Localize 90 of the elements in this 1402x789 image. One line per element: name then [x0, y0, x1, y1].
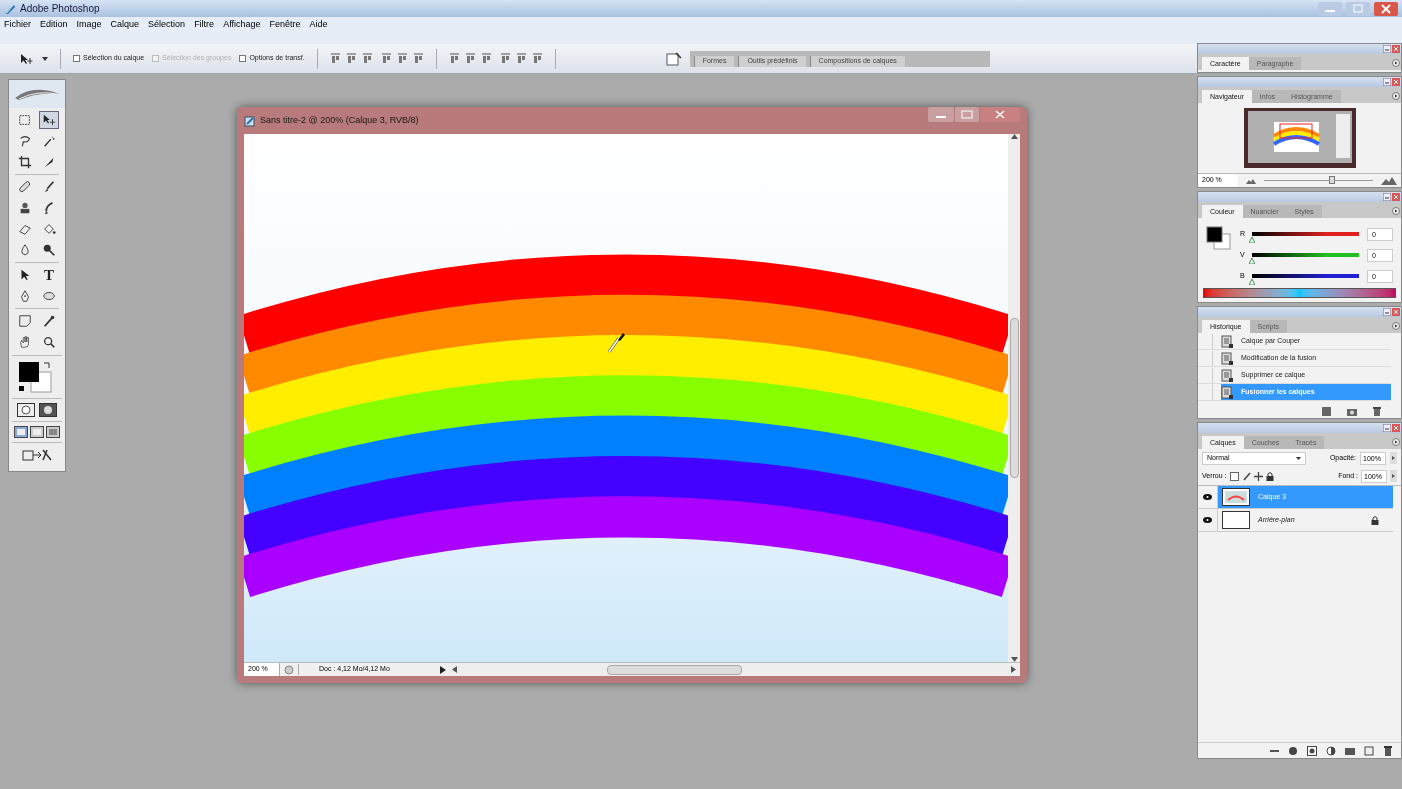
minimize-button[interactable]	[1383, 193, 1391, 201]
down-arrow-icon	[1010, 657, 1018, 662]
move-tool-icon[interactable]	[39, 111, 59, 129]
left-arrow-icon	[452, 666, 457, 673]
align-icon[interactable]	[329, 53, 341, 64]
fx-circle-icon[interactable]	[1288, 745, 1298, 756]
standard-mode-icon[interactable]	[17, 403, 35, 417]
jump-to-icon[interactable]	[21, 447, 53, 463]
slider-thumb[interactable]	[1328, 176, 1335, 184]
large-mountains-icon[interactable]	[1381, 176, 1397, 185]
minimize-button[interactable]	[1383, 308, 1391, 316]
screen-mode-icon[interactable]	[14, 426, 28, 438]
palette-well-icon[interactable]	[665, 51, 682, 66]
window-title: Adobe Photoshop	[20, 2, 100, 16]
minimize-button[interactable]	[1383, 424, 1391, 432]
align-icon[interactable]	[531, 53, 543, 64]
slider-thumb-icon[interactable]	[1249, 237, 1255, 243]
panel-menu-icon[interactable]	[1392, 92, 1400, 100]
minimize-button[interactable]	[1383, 78, 1391, 86]
scrollbar-thumb[interactable]	[607, 664, 742, 675]
slider-thumb-icon[interactable]	[1249, 279, 1255, 285]
align-icon[interactable]	[499, 53, 511, 64]
trash-icon[interactable]	[1383, 745, 1393, 756]
mask-icon[interactable]	[1307, 745, 1317, 756]
document-title: Sans titre-2 @ 200% (Calque 3, RVB/8)	[260, 113, 419, 127]
move-arrows-icon[interactable]	[1253, 471, 1263, 481]
color-spectrum[interactable]	[1203, 288, 1396, 298]
align-icon[interactable]	[361, 53, 373, 64]
panel-menu-icon[interactable]	[1392, 207, 1400, 215]
vertical-scrollbar[interactable]	[1008, 134, 1020, 662]
new-layer-icon[interactable]	[1364, 745, 1374, 756]
screen-mode-icon[interactable]	[46, 426, 60, 438]
slider-thumb-icon[interactable]	[1249, 258, 1255, 264]
checkbox[interactable]	[239, 55, 247, 62]
type-tool[interactable]: T	[39, 266, 59, 284]
align-icon[interactable]	[480, 53, 492, 64]
close-button[interactable]	[1392, 193, 1400, 201]
align-icon[interactable]	[345, 53, 357, 64]
panel-menu-icon[interactable]	[1392, 438, 1400, 446]
minimize-button[interactable]	[928, 107, 954, 122]
small-mountains-icon[interactable]	[1246, 177, 1256, 184]
menu-item[interactable]: Sélection	[148, 18, 186, 32]
padlock-icon[interactable]	[1265, 471, 1274, 481]
move-tool-icon[interactable]	[20, 52, 34, 65]
half-circle-icon[interactable]	[1326, 745, 1336, 756]
align-icon[interactable]	[396, 53, 408, 64]
menu-item[interactable]: Calque	[110, 18, 140, 32]
trash-icon[interactable]	[1373, 406, 1381, 416]
menu-item[interactable]: Aide	[309, 18, 328, 32]
close-button[interactable]	[1392, 45, 1400, 53]
caret-icon	[1296, 456, 1301, 460]
align-icon[interactable]	[464, 53, 476, 64]
layer-thumbnail	[1222, 488, 1250, 506]
close-button[interactable]	[1392, 308, 1400, 316]
close-button[interactable]	[1392, 424, 1400, 432]
panel-menu-icon[interactable]	[1392, 322, 1400, 330]
menu-item[interactable]: Edition	[40, 18, 68, 32]
align-icon[interactable]	[412, 53, 424, 64]
close-button[interactable]	[980, 107, 1020, 122]
align-icon[interactable]	[380, 53, 392, 64]
menu-item[interactable]: Fichier	[4, 18, 31, 32]
eye-icon[interactable]	[1203, 494, 1212, 500]
right-arrow-icon	[1011, 666, 1016, 673]
color-swatches-icon[interactable]	[1206, 226, 1232, 250]
brush-icon[interactable]	[1241, 471, 1251, 481]
new-document-icon[interactable]	[1322, 406, 1331, 416]
menu-item[interactable]: Image	[76, 18, 102, 32]
checkbox[interactable]	[73, 55, 80, 62]
close-button[interactable]	[1392, 78, 1400, 86]
menu-item[interactable]: Filtre	[194, 18, 215, 32]
minimize-button[interactable]	[1383, 45, 1391, 53]
panel-menu-icon[interactable]	[1392, 59, 1400, 67]
eyedropper-cursor-icon	[606, 330, 626, 354]
align-icon[interactable]	[448, 53, 460, 64]
align-icon[interactable]	[515, 53, 527, 64]
eye-icon[interactable]	[1203, 517, 1212, 523]
play-arrow-icon[interactable]	[438, 664, 448, 675]
quick-mask-icon[interactable]	[39, 403, 57, 417]
camera-icon[interactable]	[1347, 406, 1357, 416]
layer-thumbnail	[1222, 511, 1250, 529]
folder-icon[interactable]	[1345, 745, 1355, 756]
scrollbar-thumb[interactable]	[1009, 318, 1019, 478]
screen-mode-icon[interactable]	[30, 426, 44, 438]
document-icon	[244, 114, 256, 127]
caret-icon[interactable]	[42, 56, 48, 61]
menu-item[interactable]: Fenêtre	[269, 18, 301, 32]
up-arrow-icon	[1010, 134, 1018, 139]
checkerboard-icon[interactable]	[1229, 471, 1239, 481]
close-button[interactable]	[1374, 1, 1398, 16]
menu-item[interactable]: Affichage	[223, 18, 261, 32]
